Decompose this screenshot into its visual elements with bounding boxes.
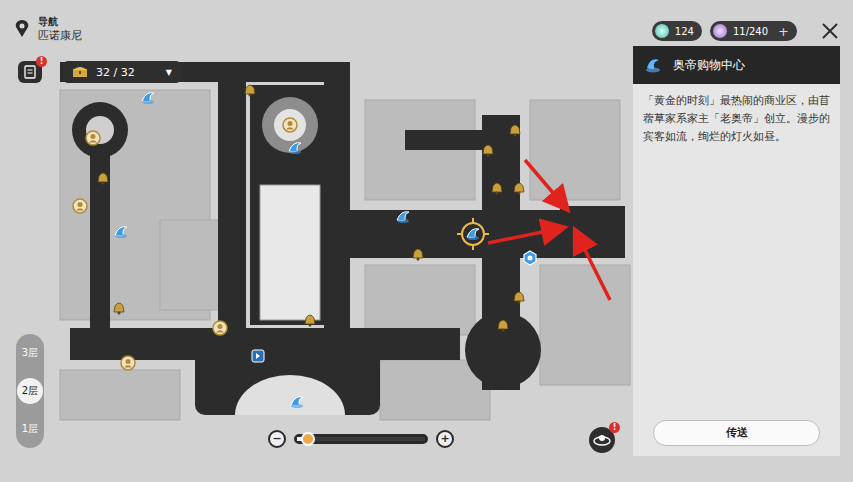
location-pin-icon bbox=[14, 19, 30, 39]
floor-button[interactable]: 3层 bbox=[17, 340, 43, 366]
currency-bar: 124 11/240 + bbox=[652, 21, 839, 41]
bell-marker[interactable] bbox=[498, 320, 508, 332]
zoom-bar: − + bbox=[268, 430, 454, 448]
zoom-slider[interactable] bbox=[294, 434, 428, 444]
teleport-button[interactable]: 传送 bbox=[653, 420, 820, 446]
currency-value: 124 bbox=[675, 26, 694, 37]
nav-header: 导航 匹诺康尼 bbox=[14, 16, 82, 42]
npc-marker[interactable] bbox=[213, 321, 227, 335]
journal-icon bbox=[24, 65, 36, 79]
journal-button[interactable]: ! bbox=[18, 61, 42, 83]
teleport-marker[interactable] bbox=[289, 143, 301, 154]
annotation-arrows bbox=[488, 160, 610, 300]
npc-marker[interactable] bbox=[73, 199, 87, 213]
add-button[interactable]: + bbox=[774, 24, 789, 39]
exit-marker[interactable] bbox=[252, 350, 264, 362]
panel-title: 奥帝购物中心 bbox=[673, 57, 745, 74]
zoom-knob[interactable] bbox=[301, 432, 315, 446]
bell-marker[interactable] bbox=[483, 145, 493, 157]
currency-icon bbox=[655, 24, 669, 38]
currency-icon bbox=[713, 24, 727, 38]
corner-button[interactable]: ! bbox=[589, 427, 615, 453]
corner-badge: ! bbox=[609, 422, 620, 433]
bell-marker[interactable] bbox=[98, 173, 108, 185]
floor-selector: 3层 2层 1层 bbox=[16, 334, 44, 448]
floor-button[interactable]: 2层 bbox=[17, 378, 43, 404]
teleport-marker[interactable] bbox=[115, 227, 127, 238]
panel-description: 「黄金的时刻」最热闹的商业区，由苜蓿草家系家主「老奥帝」创立。漫步的宾客如流，绚… bbox=[643, 92, 830, 420]
currency-value: 11/240 bbox=[733, 26, 768, 37]
bell-marker[interactable] bbox=[413, 249, 423, 261]
map-layer-icon bbox=[593, 433, 611, 447]
teleport-marker[interactable] bbox=[397, 212, 409, 223]
bell-marker[interactable] bbox=[510, 125, 520, 137]
zoom-out-button[interactable]: − bbox=[268, 430, 286, 448]
currency-pill[interactable]: 124 bbox=[652, 21, 702, 41]
bell-marker[interactable] bbox=[492, 183, 502, 195]
chest-icon bbox=[72, 66, 88, 78]
npc-marker[interactable] bbox=[121, 356, 135, 370]
teleport-icon bbox=[643, 55, 663, 75]
teleport-marker[interactable] bbox=[457, 218, 489, 250]
anchor-marker[interactable] bbox=[524, 251, 536, 265]
teleport-marker[interactable] bbox=[142, 93, 154, 104]
location-panel: 奥帝购物中心 「黄金的时刻」最热闹的商业区，由苜蓿草家系家主「老奥帝」创立。漫步… bbox=[633, 46, 840, 456]
dropdown-arrow: ▼ bbox=[166, 68, 172, 77]
chest-count: 32 / 32 bbox=[96, 66, 158, 79]
close-icon[interactable] bbox=[821, 22, 839, 40]
nav-label: 导航 bbox=[38, 16, 82, 29]
bell-marker[interactable] bbox=[514, 183, 524, 195]
floor-button[interactable]: 1层 bbox=[17, 416, 43, 442]
npc-marker[interactable] bbox=[283, 118, 297, 132]
panel-header: 奥帝购物中心 bbox=[633, 46, 840, 84]
bell-marker[interactable] bbox=[114, 303, 124, 315]
npc-marker[interactable] bbox=[86, 131, 100, 145]
map-screen: 导航 匹诺康尼 124 11/240 + ! 32 / 32 ▼ 3层2层1层 … bbox=[0, 0, 853, 482]
currency-pill[interactable]: 11/240 + bbox=[710, 21, 797, 41]
bell-marker[interactable] bbox=[305, 315, 315, 327]
zoom-in-button[interactable]: + bbox=[436, 430, 454, 448]
bell-marker[interactable] bbox=[245, 85, 255, 97]
location-name: 匹诺康尼 bbox=[38, 29, 82, 43]
roads bbox=[60, 62, 625, 415]
map-tools: ! 32 / 32 ▼ bbox=[18, 61, 182, 83]
teleport-marker[interactable] bbox=[291, 397, 303, 408]
chest-counter[interactable]: 32 / 32 ▼ bbox=[62, 61, 182, 83]
journal-badge: ! bbox=[36, 56, 47, 67]
bell-marker[interactable] bbox=[514, 292, 524, 304]
